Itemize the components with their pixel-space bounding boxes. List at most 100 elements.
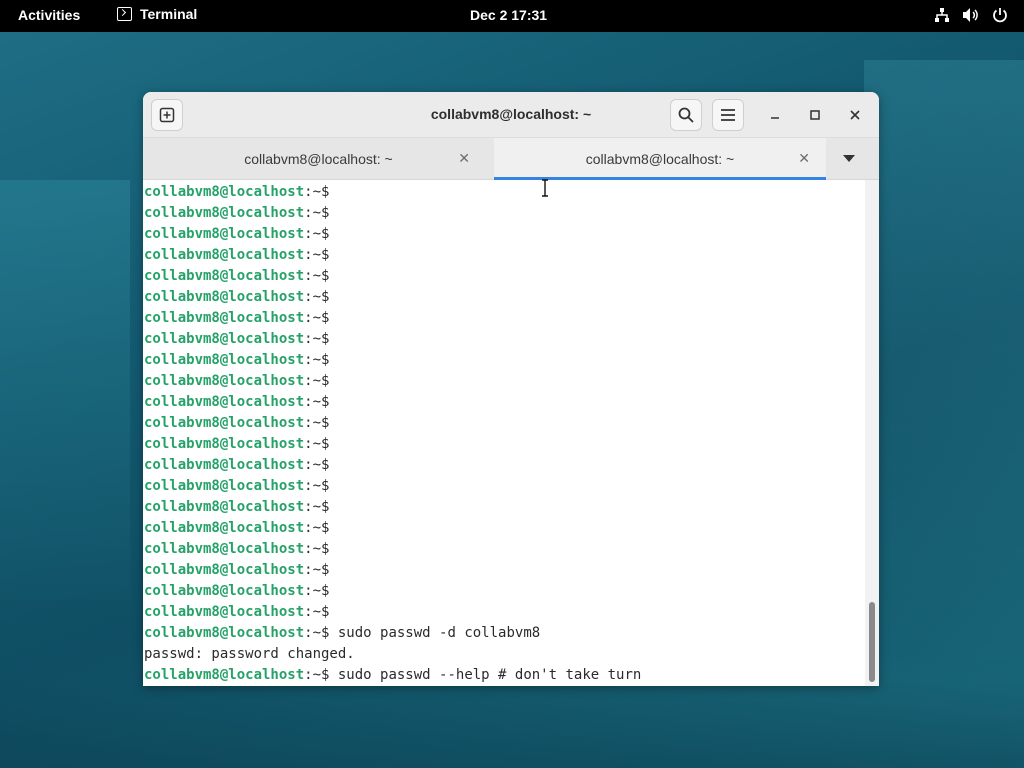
prompt-line: collabvm8@localhost:~$ [144,413,641,434]
command-text: sudo passwd --help # don't take turn [329,667,642,683]
prompt-user: collabvm8@localhost [144,205,305,221]
prompt-user: collabvm8@localhost [144,352,305,368]
prompt-line: collabvm8@localhost:~$ [144,266,641,287]
prompt-path: :~$ [304,247,330,263]
tab-list-dropdown-icon[interactable] [843,155,855,162]
prompt-user: collabvm8@localhost [144,247,305,263]
prompt-user: collabvm8@localhost [144,541,305,557]
prompt-path: :~$ [304,436,330,452]
prompt-path: :~$ [304,625,330,641]
search-icon [678,107,694,123]
minimize-button[interactable] [765,105,785,125]
close-tab-icon[interactable]: ✕ [458,150,470,167]
wallpaper-shape [864,60,1024,660]
prompt-user: collabvm8@localhost [144,457,305,473]
prompt-path: :~$ [304,310,330,326]
terminal-icon [117,7,132,21]
prompt-line: collabvm8@localhost:~$ [144,560,641,581]
prompt-line: collabvm8@localhost:~$ [144,392,641,413]
prompt-path: :~$ [304,604,330,620]
close-button[interactable] [845,105,865,125]
prompt-path: :~$ [304,520,330,536]
menu-button[interactable] [712,99,744,131]
top-bar: Activities Terminal Dec 2 17:31 [0,0,1024,32]
prompt-line: collabvm8@localhost:~$ [144,476,641,497]
prompt-line: collabvm8@localhost:~$ [144,308,641,329]
prompt-path: :~$ [304,562,330,578]
prompt-user: collabvm8@localhost [144,436,305,452]
prompt-user: collabvm8@localhost [144,415,305,431]
prompt-line: collabvm8@localhost:~$ [144,602,641,623]
prompt-line: collabvm8@localhost:~$ [144,287,641,308]
maximize-button[interactable] [805,105,825,125]
maximize-icon [810,110,820,120]
app-name: Terminal [140,6,198,22]
prompt-line: collabvm8@localhost:~$ [144,329,641,350]
tab-label: collabvm8@localhost: ~ [585,151,735,167]
prompt-path: :~$ [304,457,330,473]
prompt-line: collabvm8@localhost:~$ sudo passwd -d co… [144,623,641,644]
wallpaper-shape [0,180,130,600]
activities-button[interactable]: Activities [18,7,80,23]
prompt-path: :~$ [304,268,330,284]
tab-label: collabvm8@localhost: ~ [244,151,393,167]
scrollbar[interactable] [865,180,879,686]
prompt-path: :~$ [304,415,330,431]
prompt-user: collabvm8@localhost [144,625,305,641]
prompt-line: collabvm8@localhost:~$ [144,203,641,224]
prompt-user: collabvm8@localhost [144,520,305,536]
terminal-output[interactable]: collabvm8@localhost:~$ collabvm8@localhos… [143,180,865,686]
prompt-path: :~$ [304,184,330,200]
prompt-line: collabvm8@localhost:~$ [144,434,641,455]
command-text: sudo passwd -d collabvm8 [329,625,541,641]
system-tray[interactable] [934,7,1008,23]
prompt-path: :~$ [304,394,330,410]
prompt-user: collabvm8@localhost [144,310,305,326]
prompt-user: collabvm8@localhost [144,667,305,683]
prompt-line: collabvm8@localhost:~$ [144,350,641,371]
prompt-user: collabvm8@localhost [144,331,305,347]
wallpaper-shape [0,678,1024,768]
prompt-line: collabvm8@localhost:~$ [144,539,641,560]
prompt-user: collabvm8@localhost [144,373,305,389]
prompt-user: collabvm8@localhost [144,478,305,494]
prompt-line: collabvm8@localhost:~$ [144,182,641,203]
prompt-path: :~$ [304,205,330,221]
search-button[interactable] [670,99,702,131]
prompt-path: :~$ [304,499,330,515]
volume-icon[interactable] [962,7,980,23]
app-menu[interactable]: Terminal [117,6,197,22]
prompt-line: collabvm8@localhost:~$ [144,581,641,602]
prompt-line: collabvm8@localhost:~$ sudo passwd --hel… [144,665,641,686]
prompt-path: :~$ [304,331,330,347]
text-cursor-icon [542,179,548,197]
prompt-user: collabvm8@localhost [144,499,305,515]
clock[interactable]: Dec 2 17:31 [470,7,547,23]
tab-2-active[interactable]: collabvm8@localhost: ~ ✕ [494,138,826,181]
tab-1[interactable]: collabvm8@localhost: ~ ✕ [151,138,486,180]
close-icon [850,110,860,120]
prompt-line: collabvm8@localhost:~$ [144,245,641,266]
prompt-user: collabvm8@localhost [144,394,305,410]
prompt-path: :~$ [304,373,330,389]
prompt-path: :~$ [304,667,330,683]
prompt-user: collabvm8@localhost [144,289,305,305]
prompt-user: collabvm8@localhost [144,268,305,284]
scrollbar-thumb[interactable] [869,602,875,682]
network-icon[interactable] [934,7,950,23]
terminal-lines: collabvm8@localhost:~$ collabvm8@localhos… [144,182,641,686]
prompt-user: collabvm8@localhost [144,562,305,578]
prompt-user: collabvm8@localhost [144,184,305,200]
hamburger-icon [721,109,735,121]
minimize-icon [771,117,779,119]
prompt-line: collabvm8@localhost:~$ [144,497,641,518]
prompt-line: collabvm8@localhost:~$ [144,224,641,245]
prompt-user: collabvm8@localhost [144,583,305,599]
prompt-path: :~$ [304,226,330,242]
tab-bar: collabvm8@localhost: ~ ✕ collabvm8@local… [143,138,879,181]
prompt-line: collabvm8@localhost:~$ [144,518,641,539]
close-tab-icon[interactable]: ✕ [798,150,810,167]
header-bar: collabvm8@localhost: ~ [143,92,879,138]
power-icon[interactable] [992,7,1008,23]
output-line: passwd: password changed. [144,646,355,662]
